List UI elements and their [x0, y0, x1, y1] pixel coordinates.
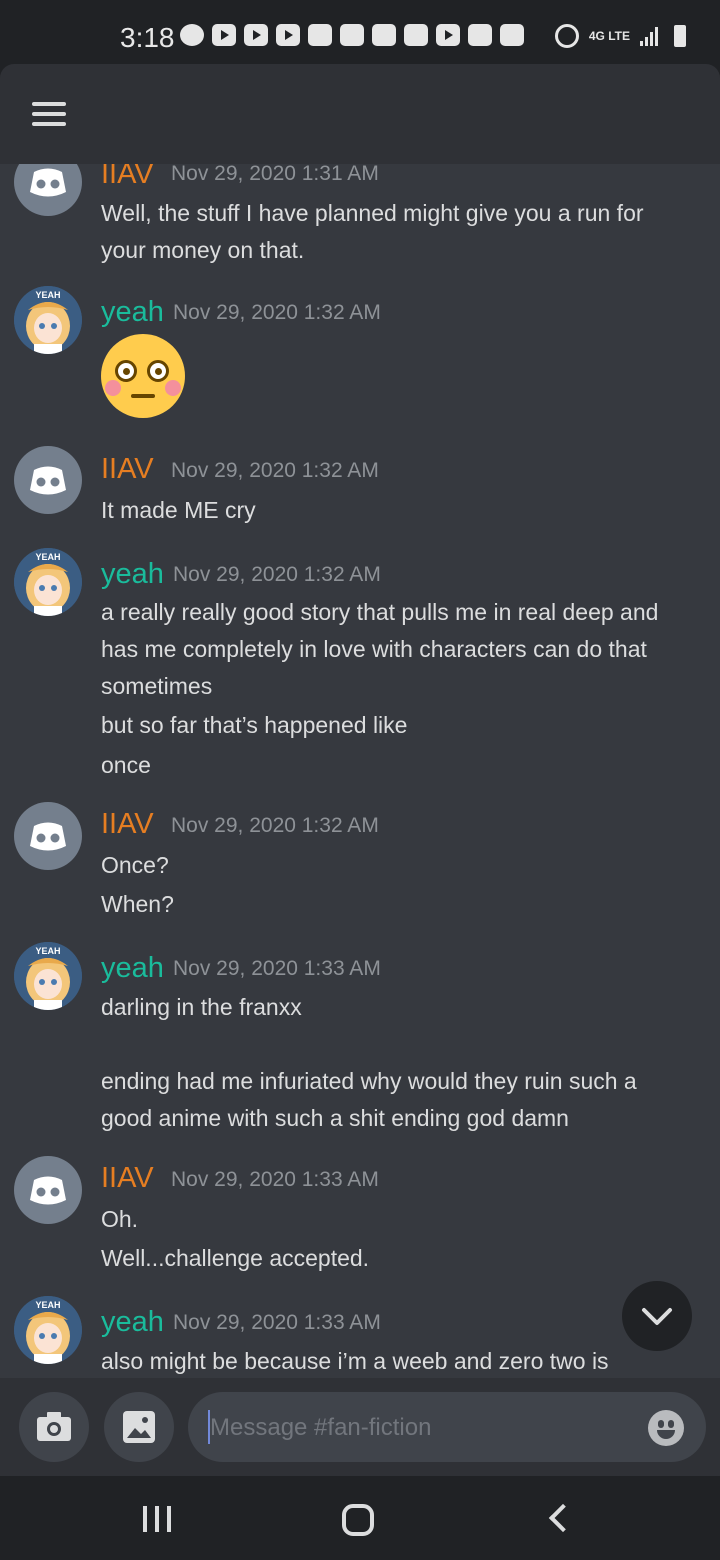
alarm-icon	[554, 24, 579, 48]
network-type-label: 4G LTE	[588, 29, 630, 43]
message-line: Once?	[101, 852, 169, 878]
messenger-icon	[180, 24, 204, 46]
avatar-caption: YEAH	[35, 1300, 60, 1310]
message-line: Well...challenge accepted.	[101, 1245, 370, 1271]
message-author[interactable]: yeah	[101, 558, 164, 591]
message-line: but so far that’s happened like	[101, 712, 408, 738]
anime-avatar-icon: YEAH	[14, 548, 82, 616]
message-line: also might be because i’m a weeb and zer…	[101, 1348, 609, 1374]
message-line: Well, the stuff I have planned might giv…	[101, 200, 644, 226]
jump-to-bottom-button[interactable]	[622, 1281, 692, 1351]
avatar[interactable]	[14, 1156, 82, 1224]
message-line: a really really good story that pulls me…	[101, 599, 659, 625]
signal-icon	[640, 26, 664, 46]
flushed-face-emoji	[101, 334, 185, 418]
message-line: When?	[101, 891, 174, 917]
avatar-caption: YEAH	[35, 552, 60, 562]
system-nav-bar	[0, 1476, 720, 1560]
anime-avatar-icon: YEAH	[14, 286, 82, 354]
message-author[interactable]: yeah	[101, 296, 164, 329]
gallery-button[interactable]	[104, 1392, 174, 1462]
youtube-icon	[212, 24, 236, 46]
youtube-icon	[244, 24, 268, 46]
avatar[interactable]: YEAH	[14, 286, 82, 354]
camera-icon	[37, 1412, 71, 1441]
discord-logo-icon	[30, 168, 66, 197]
channel-header	[0, 64, 720, 164]
anime-avatar-icon: YEAH	[14, 942, 82, 1010]
message-line: good anime with such a shit ending god d…	[101, 1105, 569, 1131]
home-icon[interactable]	[342, 1504, 374, 1536]
gallery-icon	[468, 24, 492, 46]
message-author[interactable]: IIAV	[101, 453, 154, 486]
message-line: Oh.	[101, 1206, 139, 1232]
avatar[interactable]	[14, 164, 82, 216]
message-list[interactable]: IIAV Nov 29, 2020 1:31 AM Well, the stuf…	[0, 164, 720, 1378]
calendar-icon	[500, 24, 524, 46]
gmail-icon	[404, 24, 428, 46]
discord-logo-icon	[30, 822, 66, 851]
message-input-placeholder: Message #fan-fiction	[210, 1414, 432, 1441]
avatar[interactable]	[14, 802, 82, 870]
avatar-caption: YEAH	[35, 290, 60, 300]
message-timestamp: Nov 29, 2020 1:32 AM	[171, 814, 379, 837]
chevron-down-icon	[642, 1308, 672, 1325]
discord-logo-icon	[30, 1176, 66, 1205]
voicemail-icon	[372, 24, 396, 46]
message-timestamp: Nov 29, 2020 1:31 AM	[171, 164, 379, 185]
hand-icon	[340, 24, 364, 46]
message-author[interactable]: IIAV	[101, 164, 154, 191]
avatar[interactable]: YEAH	[14, 942, 82, 1010]
avatar[interactable]: YEAH	[14, 548, 82, 616]
hamburger-icon[interactable]	[32, 102, 66, 126]
emoji-icon[interactable]	[648, 1410, 684, 1446]
status-time: 3:18	[120, 22, 175, 53]
battery-icon	[674, 25, 686, 47]
message-timestamp: Nov 29, 2020 1:33 AM	[173, 957, 381, 980]
image-icon	[123, 1411, 155, 1443]
message-author[interactable]: yeah	[101, 1306, 164, 1339]
message-timestamp: Nov 29, 2020 1:32 AM	[173, 301, 381, 324]
discord-logo-icon	[30, 466, 66, 495]
discord-icon	[308, 24, 332, 46]
message-line: sometimes	[101, 673, 213, 699]
message-input[interactable]: Message #fan-fiction	[188, 1392, 706, 1462]
message-timestamp: Nov 29, 2020 1:32 AM	[171, 459, 379, 482]
avatar[interactable]	[14, 446, 82, 514]
message-line: has me completely in love with character…	[101, 636, 647, 662]
message-line: darling in the franxx	[101, 994, 302, 1020]
message-composer: Message #fan-fiction	[0, 1378, 720, 1476]
back-icon[interactable]	[548, 1503, 578, 1533]
message-line: It made ME cry	[101, 497, 256, 523]
recents-icon[interactable]	[143, 1506, 171, 1532]
avatar[interactable]: YEAH	[14, 1296, 82, 1364]
message-timestamp: Nov 29, 2020 1:32 AM	[173, 563, 381, 586]
youtube-icon	[276, 24, 300, 46]
camera-button[interactable]	[19, 1392, 89, 1462]
message-timestamp: Nov 29, 2020 1:33 AM	[173, 1311, 381, 1334]
youtube-icon	[436, 24, 460, 46]
message-line: once	[101, 752, 151, 778]
message-author[interactable]: yeah	[101, 952, 164, 985]
message-timestamp: Nov 29, 2020 1:33 AM	[171, 1168, 379, 1191]
message-line: ending had me infuriated why would they …	[101, 1068, 637, 1094]
message-line: your money on that.	[101, 237, 305, 263]
status-bar: 3:18 4G LTE	[0, 0, 720, 64]
avatar-caption: YEAH	[35, 946, 60, 956]
message-author[interactable]: IIAV	[101, 808, 154, 841]
notification-icons	[180, 24, 524, 46]
anime-avatar-icon: YEAH	[14, 1296, 82, 1364]
message-author[interactable]: IIAV	[101, 1162, 154, 1195]
